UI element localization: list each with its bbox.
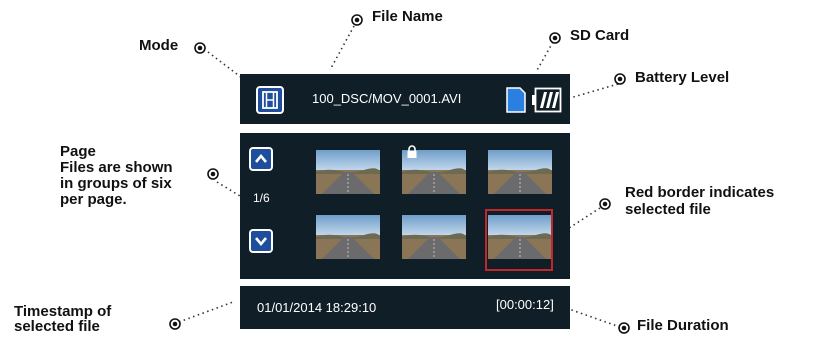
selection-border (485, 209, 553, 271)
callout-timestamp-line-1: Timestamp of (14, 303, 112, 320)
target-bullet-icon (351, 13, 363, 26)
callout-page-desc-1: Files are shown (60, 159, 173, 176)
callout-file-name: File Name (372, 8, 443, 25)
target-bullet-icon (207, 167, 219, 180)
timestamp-label: 01/01/2014 18:29:10 (257, 300, 377, 315)
mode-button[interactable] (256, 86, 284, 114)
page-down-button[interactable] (249, 229, 273, 253)
file-browser-panel: 1/6 (240, 133, 570, 279)
callout-sd-card: SD Card (570, 27, 630, 44)
lock-icon (405, 145, 419, 164)
callout-timestamp: Timestamp of selected file (14, 304, 111, 334)
chevron-up-icon (251, 149, 271, 174)
thumbnail-5[interactable] (402, 215, 466, 259)
thumbnail-3[interactable] (488, 150, 552, 194)
page-indicator: 1/6 (253, 191, 270, 205)
callout-selected-file: Red border indicates selected file (625, 184, 774, 218)
thumbnail-4[interactable] (316, 215, 380, 259)
sd-card-icon (506, 87, 526, 118)
info-bar-panel: 01/01/2014 18:29:10 [00:00:12] (240, 286, 570, 329)
chevron-down-icon (251, 231, 271, 256)
thumbnail-1[interactable] (316, 150, 380, 194)
callout-file-duration: File Duration (637, 317, 729, 334)
target-bullet-icon (614, 72, 626, 85)
callout-timestamp-line-2: selected file (14, 318, 100, 335)
callout-mode: Mode (139, 37, 179, 54)
status-bar-panel: 100_DSC/MOV_0001.AVI (240, 74, 570, 124)
duration-label: [00:00:12] (496, 297, 554, 312)
callout-battery-level: Battery Level (635, 69, 730, 86)
file-name-label: 100_DSC/MOV_0001.AVI (312, 91, 462, 106)
target-bullet-icon (549, 31, 561, 44)
target-bullet-icon (599, 197, 611, 210)
target-bullet-icon (194, 41, 206, 54)
page-up-button[interactable] (249, 147, 273, 171)
callout-selected-line-2: selected file (625, 201, 711, 218)
callout-page: Page Files are shown in groups of six pe… (60, 144, 173, 208)
target-bullet-icon (169, 317, 181, 330)
target-bullet-icon (618, 321, 630, 334)
callout-page-title: Page (60, 143, 96, 160)
battery-icon (532, 87, 562, 118)
film-icon (258, 88, 282, 117)
callout-page-desc-2: in groups of six (60, 175, 172, 192)
callout-page-desc-3: per page. (60, 191, 127, 208)
callout-selected-line-1: Red border indicates (625, 184, 775, 201)
